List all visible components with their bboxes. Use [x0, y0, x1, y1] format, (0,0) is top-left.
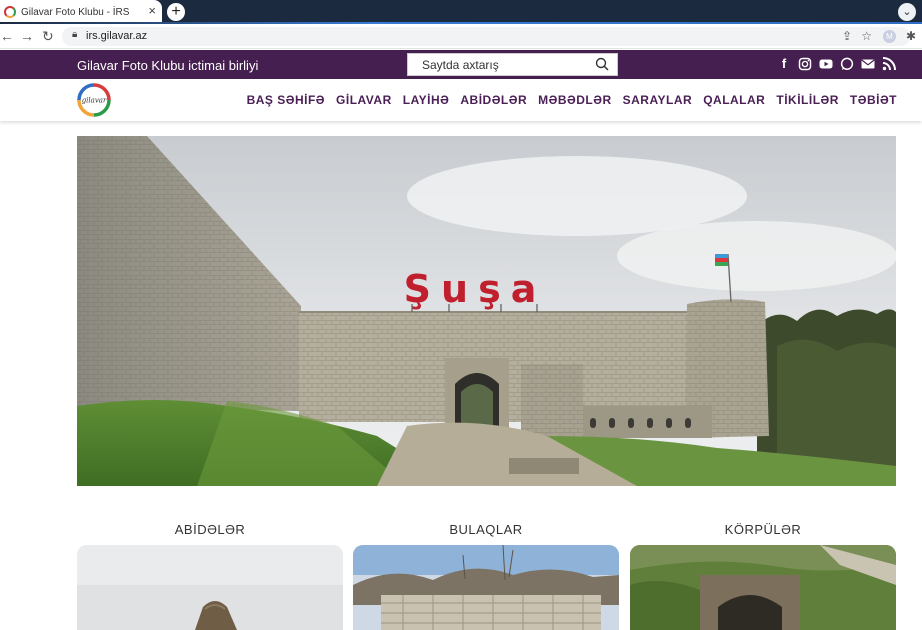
- hero-sign-text: Şuşa: [404, 267, 547, 311]
- brand-name[interactable]: Gilavar Foto Klubu ictimai birliyi: [77, 58, 258, 73]
- whatsapp-icon[interactable]: [840, 57, 854, 71]
- menu-item-fortresses[interactable]: QALALAR: [703, 93, 765, 107]
- tab-title: Gilavar Foto Klubu - İRS: [21, 6, 130, 18]
- rss-icon[interactable]: [882, 57, 896, 71]
- browser-tabstrip: Gilavar Foto Klubu - İRS × + ⌄: [0, 0, 922, 24]
- bookmark-star-icon[interactable]: ☆: [861, 29, 872, 43]
- instagram-icon[interactable]: [798, 57, 812, 71]
- tab-close-icon[interactable]: ×: [148, 4, 156, 18]
- share-icon[interactable]: ⇪: [842, 29, 852, 43]
- search-input[interactable]: [408, 54, 588, 75]
- extensions-puzzle-icon[interactable]: ✱: [906, 29, 916, 43]
- site-favicon-icon: [4, 6, 16, 18]
- tab-search-button[interactable]: ⌄: [898, 3, 916, 21]
- menu-item-temples[interactable]: MƏBƏDLƏR: [538, 93, 611, 107]
- address-bar[interactable]: 🔒︎ irs.gilavar.az ⇪ ☆ M: [62, 27, 910, 46]
- search-icon[interactable]: [595, 57, 609, 71]
- url-text[interactable]: irs.gilavar.az: [86, 30, 147, 42]
- browser-toolbar: ← → ↻ 🔒︎ irs.gilavar.az ⇪ ☆ M ✱: [0, 24, 922, 49]
- lock-icon[interactable]: 🔒︎: [72, 29, 77, 40]
- menu-item-monuments[interactable]: ABİDƏLƏR: [460, 93, 527, 107]
- gilavar-logo[interactable]: gilavar: [76, 82, 112, 118]
- category-card-springs[interactable]: [353, 545, 619, 630]
- menu-item-nature[interactable]: TƏBİƏT: [850, 93, 897, 107]
- reload-icon[interactable]: ↻: [42, 28, 54, 45]
- menu-item-home[interactable]: BAŞ SƏHİFƏ: [247, 93, 325, 107]
- new-tab-button[interactable]: +: [167, 3, 185, 21]
- mail-icon[interactable]: [861, 57, 875, 71]
- menu-item-gilavar[interactable]: GİLAVAR: [336, 93, 392, 107]
- main-menu: BAŞ SƏHİFƏ GİLAVAR LAYİHƏ ABİDƏLƏR MƏBƏD…: [247, 93, 897, 107]
- category-title-bridges[interactable]: KÖRPÜLƏR: [630, 522, 896, 537]
- facebook-icon[interactable]: f: [777, 57, 791, 71]
- forward-arrow-icon[interactable]: →: [20, 28, 34, 44]
- menu-item-palaces[interactable]: SARAYLAR: [623, 93, 693, 107]
- menu-item-project[interactable]: LAYİHƏ: [403, 93, 450, 107]
- site-topbar: Gilavar Foto Klubu ictimai birliyi f: [0, 50, 922, 79]
- logo-text: gilavar: [82, 97, 107, 105]
- youtube-icon[interactable]: [819, 57, 833, 71]
- category-card-monuments[interactable]: [77, 545, 343, 630]
- category-title-monuments[interactable]: ABİDƏLƏR: [77, 522, 343, 537]
- browser-tab[interactable]: Gilavar Foto Klubu - İRS ×: [0, 0, 162, 24]
- menu-item-buildings[interactable]: TİKİLİLƏR: [776, 93, 839, 107]
- category-card-bridges[interactable]: [630, 545, 896, 630]
- main-navbar: gilavar BAŞ SƏHİFƏ GİLAVAR LAYİHƏ ABİDƏL…: [0, 79, 922, 121]
- back-arrow-icon[interactable]: ←: [0, 28, 14, 44]
- hero-image: Şuşa: [77, 136, 896, 486]
- profile-avatar-icon[interactable]: M: [883, 30, 896, 43]
- search-box[interactable]: [407, 53, 618, 76]
- category-title-springs[interactable]: BULAQLAR: [353, 522, 619, 537]
